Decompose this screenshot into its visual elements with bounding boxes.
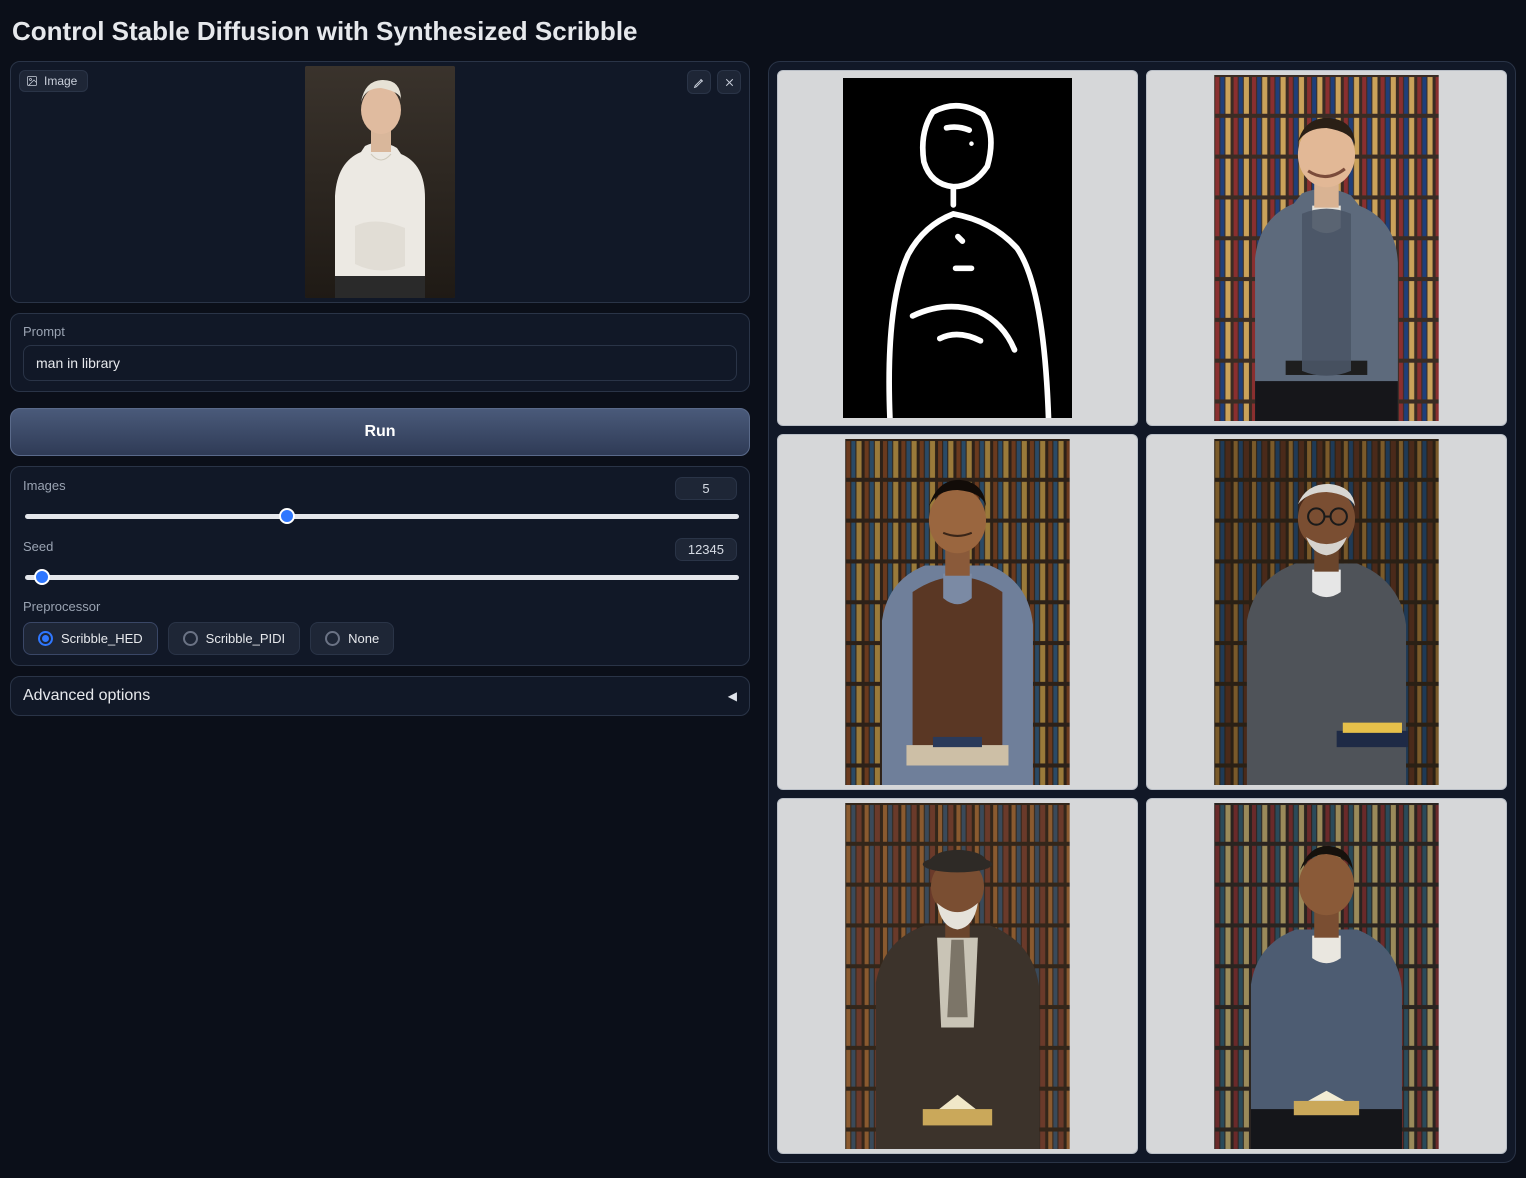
library-man-illustration [839, 439, 1076, 786]
images-slider-value[interactable]: 5 [675, 477, 737, 500]
radio-label: Scribble_PIDI [206, 631, 285, 646]
scribble-output-illustration [843, 78, 1073, 418]
gallery-item[interactable] [1146, 70, 1507, 426]
edit-image-button[interactable] [687, 70, 711, 94]
input-person-illustration [305, 66, 455, 298]
radio-dot-icon [38, 631, 53, 646]
image-upload-card[interactable]: Image [10, 61, 750, 303]
gallery-item[interactable] [777, 434, 1138, 790]
image-upload-label: Image [44, 74, 77, 88]
close-icon [723, 76, 736, 89]
radio-none[interactable]: None [310, 622, 394, 655]
library-man-illustration [1208, 803, 1445, 1150]
clear-image-button[interactable] [717, 70, 741, 94]
advanced-options-toggle[interactable]: Advanced options ◀ [10, 676, 750, 716]
library-man-illustration [839, 803, 1076, 1150]
gallery-item[interactable] [1146, 798, 1507, 1154]
radio-dot-icon [325, 631, 340, 646]
output-gallery [768, 61, 1516, 1163]
library-man-illustration [1208, 75, 1445, 422]
gallery-item[interactable] [777, 798, 1138, 1154]
library-man-illustration [1208, 439, 1445, 786]
images-slider-label: Images [23, 478, 66, 493]
caret-left-icon: ◀ [728, 689, 737, 703]
gallery-item[interactable] [777, 70, 1138, 426]
prompt-card: Prompt [10, 313, 750, 392]
radio-dot-icon [183, 631, 198, 646]
prompt-input[interactable] [23, 345, 737, 381]
image-icon [26, 75, 38, 87]
prompt-label: Prompt [23, 324, 737, 339]
seed-slider-label: Seed [23, 539, 53, 554]
advanced-options-label: Advanced options [23, 687, 150, 705]
radio-scribble-pidi[interactable]: Scribble_PIDI [168, 622, 300, 655]
preprocessor-radio-group: Scribble_HED Scribble_PIDI None [23, 622, 737, 655]
image-upload-tag: Image [19, 70, 88, 92]
input-image-preview[interactable] [11, 62, 749, 302]
radio-scribble-hed[interactable]: Scribble_HED [23, 622, 158, 655]
sliders-card: Images 5 Seed 12345 Preprocessor [10, 466, 750, 666]
preprocessor-label: Preprocessor [23, 599, 737, 614]
seed-slider[interactable] [25, 575, 739, 580]
page-title: Control Stable Diffusion with Synthesize… [12, 16, 1516, 47]
seed-slider-value[interactable]: 12345 [675, 538, 737, 561]
gallery-item[interactable] [1146, 434, 1507, 790]
pencil-icon [693, 76, 706, 89]
images-slider[interactable] [25, 514, 739, 519]
radio-label: None [348, 631, 379, 646]
radio-label: Scribble_HED [61, 631, 143, 646]
run-button[interactable]: Run [10, 408, 750, 456]
